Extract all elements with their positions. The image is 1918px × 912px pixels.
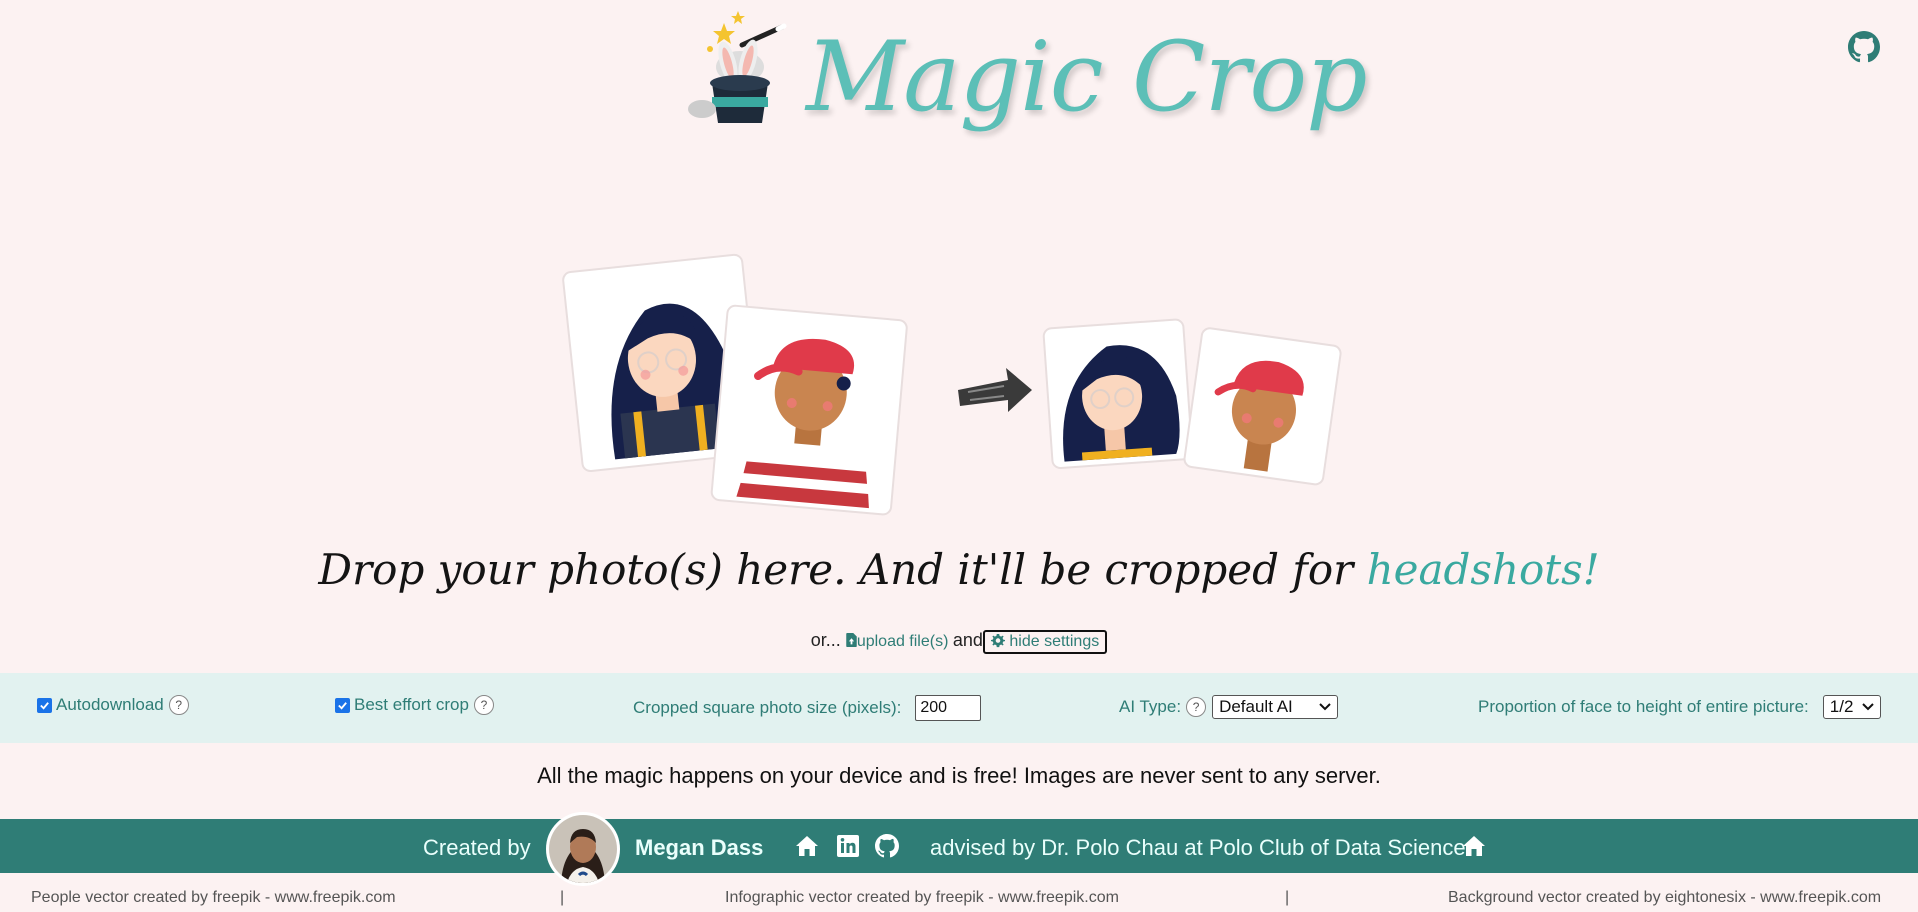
upload-files-label: upload file(s) bbox=[856, 633, 949, 650]
size-label: Cropped square photo size (pixels): bbox=[633, 698, 902, 717]
people-credit-link[interactable]: People vector created by freepik - www.f… bbox=[31, 889, 396, 907]
hide-settings-label: hide settings bbox=[1009, 633, 1100, 650]
size-input[interactable] bbox=[915, 695, 982, 721]
infographic-credit-link[interactable]: Infographic vector created by freepik - … bbox=[725, 889, 1119, 907]
arrow-right-icon bbox=[958, 368, 1032, 412]
ai-type-label: AI Type: bbox=[1119, 697, 1182, 716]
gear-icon bbox=[990, 634, 1005, 648]
best-effort-setting: Best effort crop ? bbox=[335, 695, 494, 715]
autodownload-help-icon[interactable]: ? bbox=[168, 695, 189, 715]
ai-type-select[interactable]: Default AI bbox=[1212, 695, 1339, 719]
checkmark-icon bbox=[40, 701, 49, 710]
privacy-note: All the magic happens on your device and… bbox=[537, 763, 1381, 788]
github-icon[interactable] bbox=[1848, 31, 1880, 63]
cropped-photo-boy bbox=[1183, 327, 1342, 486]
magic-hat-icon bbox=[688, 11, 787, 123]
header: Magic Crop bbox=[0, 0, 1918, 165]
tagline-main: Drop your photo(s) here. And it'll be cr… bbox=[318, 545, 1367, 594]
upload-prefix: or... bbox=[810, 630, 841, 650]
ai-type-help-icon[interactable]: ? bbox=[1186, 697, 1207, 717]
cropped-photo-girl bbox=[1042, 318, 1194, 469]
app-logo[interactable]: Magic Crop bbox=[682, 5, 1368, 135]
autodownload-setting: Autodownload ? bbox=[37, 695, 189, 715]
credit-separator: | bbox=[1285, 889, 1290, 906]
hide-settings-button[interactable]: hide settings bbox=[982, 630, 1108, 654]
home-icon[interactable] bbox=[1462, 834, 1486, 858]
logo-title: Magic Crop bbox=[806, 21, 1368, 133]
autodownload-label[interactable]: Autodownload bbox=[56, 695, 164, 715]
best-effort-label[interactable]: Best effort crop bbox=[354, 695, 469, 715]
tagline-accent: headshots! bbox=[1366, 545, 1600, 594]
proportion-select[interactable]: 1/2 bbox=[1822, 695, 1881, 719]
advisor-text[interactable]: advised by Dr. Polo Chau at Polo Club of… bbox=[930, 835, 1466, 861]
github-icon[interactable] bbox=[875, 834, 899, 858]
created-by-label: Created by bbox=[423, 835, 531, 860]
drop-instruction: Drop your photo(s) here. And it'll be cr… bbox=[0, 545, 1918, 594]
drop-zone-illustration[interactable] bbox=[560, 250, 1360, 520]
proportion-label: Proportion of face to height of entire p… bbox=[1478, 697, 1809, 716]
sample-photo-boy bbox=[710, 304, 908, 516]
avatar[interactable] bbox=[546, 812, 620, 886]
chevron-down-icon bbox=[1862, 703, 1874, 711]
upload-files-link[interactable]: upload file(s) bbox=[846, 633, 953, 650]
background-credit-link[interactable]: Background vector created by eightonesix… bbox=[1448, 889, 1881, 907]
file-upload-icon bbox=[846, 633, 857, 647]
credit-separator: | bbox=[560, 889, 565, 906]
ai-type-value: Default AI bbox=[1219, 697, 1293, 716]
upload-row: or... upload file(s) and hide settings bbox=[0, 630, 1918, 654]
settings-panel: Autodownload ? Best effort crop ? Croppe… bbox=[0, 673, 1918, 743]
author-name: Megan Dass bbox=[635, 835, 764, 860]
checkmark-icon bbox=[338, 701, 347, 710]
ai-type-setting: AI Type: ? Default AI bbox=[1119, 695, 1339, 719]
best-effort-checkbox[interactable] bbox=[335, 697, 350, 713]
footer-bar: Created by Megan Dass advised by Dr. Pol… bbox=[0, 812, 1918, 886]
autodownload-checkbox[interactable] bbox=[37, 697, 52, 713]
best-effort-help-icon[interactable]: ? bbox=[473, 695, 494, 715]
size-setting: Cropped square photo size (pixels): bbox=[633, 695, 982, 721]
linkedin-icon[interactable] bbox=[836, 834, 860, 858]
upload-and: and bbox=[952, 630, 983, 650]
proportion-value: 1/2 bbox=[1829, 697, 1854, 716]
proportion-setting: Proportion of face to height of entire p… bbox=[1478, 695, 1881, 719]
author-photo bbox=[549, 815, 617, 883]
attribution-credits: People vector created by freepik - www.f… bbox=[0, 889, 1918, 909]
home-icon[interactable] bbox=[795, 834, 819, 858]
chevron-down-icon bbox=[1319, 703, 1331, 711]
